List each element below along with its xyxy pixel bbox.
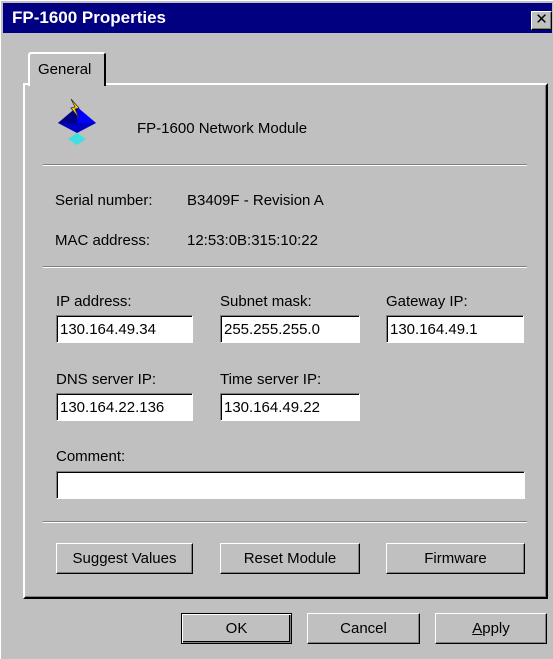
close-button[interactable]: ✕ xyxy=(531,10,552,30)
ip-address-input[interactable] xyxy=(60,319,189,339)
tab-general[interactable]: General xyxy=(28,52,106,86)
properties-dialog: FP-1600 Properties ✕ General FP-1600 Net… xyxy=(0,0,553,659)
comment-label: Comment: xyxy=(56,448,126,465)
tab-general-label: General xyxy=(38,61,92,78)
comment-input[interactable] xyxy=(60,475,521,495)
ip-address-label: IP address: xyxy=(56,293,132,310)
ok-button[interactable]: OK xyxy=(181,613,292,644)
network-module-icon xyxy=(58,98,96,145)
subnet-mask-field[interactable] xyxy=(220,315,360,343)
apply-accelerator: A xyxy=(472,620,483,637)
separator-bottom xyxy=(43,521,527,523)
dns-server-ip-field[interactable] xyxy=(56,393,193,421)
dns-server-ip-input[interactable] xyxy=(60,397,189,417)
comment-field[interactable] xyxy=(56,471,525,499)
time-server-ip-field[interactable] xyxy=(220,393,360,421)
reset-module-button[interactable]: Reset Module xyxy=(220,543,360,574)
subnet-mask-input[interactable] xyxy=(224,319,356,339)
apply-label-rest: pply xyxy=(482,620,510,637)
cancel-button[interactable]: Cancel xyxy=(307,613,420,644)
dns-server-ip-label: DNS server IP: xyxy=(56,371,157,388)
firmware-button[interactable]: Firmware xyxy=(386,543,525,574)
gateway-ip-field[interactable] xyxy=(386,315,524,343)
suggest-values-button[interactable]: Suggest Values xyxy=(56,543,193,574)
module-name: FP-1600 Network Module xyxy=(137,120,308,137)
separator-middle xyxy=(43,266,527,268)
serial-number-value: B3409F - Revision A xyxy=(187,192,324,209)
apply-button[interactable]: Apply xyxy=(435,613,547,644)
gateway-ip-label: Gateway IP: xyxy=(386,293,468,310)
time-server-ip-input[interactable] xyxy=(224,397,356,417)
gateway-ip-input[interactable] xyxy=(390,319,520,339)
title-bar[interactable]: FP-1600 Properties ✕ xyxy=(3,3,552,33)
close-icon: ✕ xyxy=(535,10,548,28)
time-server-ip-label: Time server IP: xyxy=(220,371,322,388)
serial-number-label: Serial number: xyxy=(55,192,153,209)
window-title: FP-1600 Properties xyxy=(12,8,167,27)
separator-top xyxy=(43,164,527,166)
mac-address-label: MAC address: xyxy=(55,232,151,249)
subnet-mask-label: Subnet mask: xyxy=(220,293,312,310)
mac-address-value: 12:53:0B:315:10:22 xyxy=(187,232,318,249)
ip-address-field[interactable] xyxy=(56,315,193,343)
